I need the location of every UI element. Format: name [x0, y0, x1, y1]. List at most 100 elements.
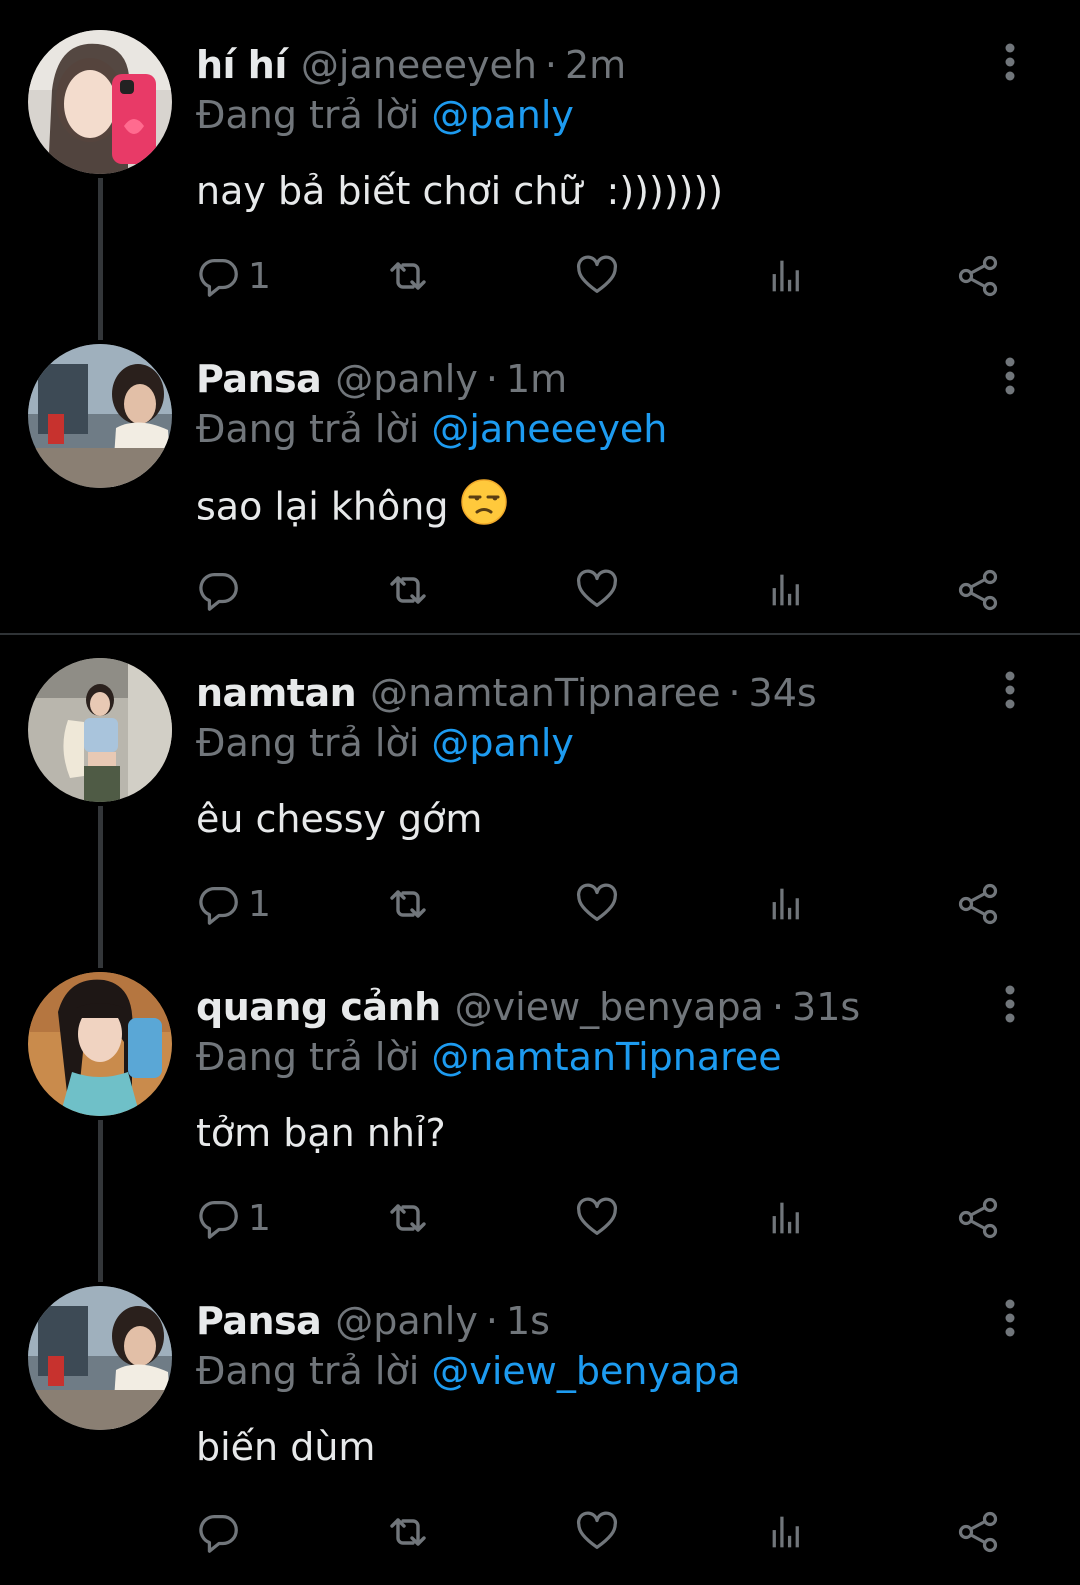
share-button[interactable] — [954, 566, 1002, 614]
share-icon — [954, 1194, 1002, 1242]
replying-to-label: Đang trả lời — [196, 1349, 420, 1393]
views-bar-chart-icon — [764, 253, 810, 299]
tweet-text: sao lại không — [196, 478, 508, 540]
tweet[interactable]: Pansa @panly · 1m Đang trả lời @janeeeyeh s… — [0, 314, 1080, 628]
reply-count: 1 — [248, 883, 271, 925]
separator: · — [485, 1299, 498, 1343]
user-handle[interactable]: @panly — [335, 357, 478, 401]
views-bar-chart-icon — [764, 567, 810, 613]
reply-bubble-icon — [196, 567, 242, 613]
display-name[interactable]: quang cảnh — [196, 985, 441, 1029]
replying-to: Đang trả lời @view_benyapa — [196, 1344, 741, 1398]
timestamp[interactable]: 2m — [565, 43, 626, 87]
like-button[interactable] — [574, 1508, 620, 1556]
reply-bubble-icon — [196, 1195, 242, 1241]
retweet-icon — [384, 1194, 432, 1242]
more-vertical-icon[interactable] — [994, 984, 1026, 1024]
share-button[interactable] — [954, 1194, 1002, 1242]
reply-button[interactable]: 1 — [196, 1194, 271, 1242]
retweet-icon — [384, 566, 432, 614]
views-button[interactable] — [764, 1508, 810, 1556]
views-button[interactable] — [764, 1194, 810, 1242]
display-name[interactable]: namtan — [196, 671, 357, 715]
user-handle[interactable]: @panly — [335, 1299, 478, 1343]
tweet[interactable]: hí hí @janeeeyeh · 2m Đang trả lời @panly n… — [0, 0, 1080, 314]
user-handle[interactable]: @janeeeyeh — [301, 43, 537, 87]
replying-to-label: Đang trả lời — [196, 407, 420, 451]
reply-button[interactable] — [196, 1508, 248, 1556]
heart-icon — [574, 881, 620, 927]
views-button[interactable] — [764, 566, 810, 614]
tweet-actions: 1 — [196, 1194, 1026, 1242]
user-handle[interactable]: @view_benyapa — [455, 985, 764, 1029]
like-button[interactable] — [574, 880, 620, 928]
reply-button[interactable] — [196, 566, 248, 614]
reply-bubble-icon — [196, 881, 242, 927]
retweet-button[interactable] — [384, 566, 432, 614]
mention-link[interactable]: @view_benyapa — [431, 1349, 740, 1393]
replying-to-label: Đang trả lời — [196, 93, 420, 137]
tweet-header: namtan @namtanTipnaree · 34s — [196, 666, 817, 720]
like-button[interactable] — [574, 566, 620, 614]
reply-bubble-icon — [196, 1509, 242, 1555]
timestamp[interactable]: 31s — [792, 985, 860, 1029]
avatar[interactable] — [28, 30, 172, 174]
share-icon — [954, 252, 1002, 300]
display-name[interactable]: hí hí — [196, 43, 287, 87]
share-button[interactable] — [954, 1508, 1002, 1556]
tweet-actions: 1 — [196, 880, 1026, 928]
timestamp[interactable]: 34s — [749, 671, 817, 715]
views-bar-chart-icon — [764, 881, 810, 927]
retweet-button[interactable] — [384, 880, 432, 928]
tweet[interactable]: namtan @namtanTipnaree · 34s Đang trả lời @… — [0, 628, 1080, 942]
tweet-header: hí hí @janeeeyeh · 2m — [196, 38, 626, 92]
mention-link[interactable]: @janeeeyeh — [431, 407, 667, 451]
replying-to: Đang trả lời @panly — [196, 88, 574, 142]
tweet[interactable]: Pansa @panly · 1s Đang trả lời @view_benyap… — [0, 1256, 1080, 1570]
views-button[interactable] — [764, 880, 810, 928]
avatar[interactable] — [28, 344, 172, 488]
heart-icon — [574, 567, 620, 613]
replying-to: Đang trả lời @janeeeyeh — [196, 402, 667, 456]
more-vertical-icon[interactable] — [994, 1298, 1026, 1338]
avatar[interactable] — [28, 972, 172, 1116]
unamused-face-emoji — [460, 478, 508, 540]
timestamp[interactable]: 1s — [506, 1299, 550, 1343]
reply-button[interactable]: 1 — [196, 252, 271, 300]
tweet[interactable]: quang cảnh @view_benyapa · 31s Đang trả lời… — [0, 942, 1080, 1256]
reply-button[interactable]: 1 — [196, 880, 271, 928]
avatar[interactable] — [28, 1286, 172, 1430]
mention-link[interactable]: @panly — [431, 721, 574, 765]
retweet-icon — [384, 1508, 432, 1556]
share-button[interactable] — [954, 880, 1002, 928]
replying-to: Đang trả lời @panly — [196, 716, 574, 770]
more-vertical-icon[interactable] — [994, 42, 1026, 82]
share-icon — [954, 566, 1002, 614]
heart-icon — [574, 1509, 620, 1555]
mention-link[interactable]: @namtanTipnaree — [431, 1035, 781, 1079]
like-button[interactable] — [574, 1194, 620, 1242]
retweet-button[interactable] — [384, 1508, 432, 1556]
share-button[interactable] — [954, 252, 1002, 300]
share-icon — [954, 880, 1002, 928]
reply-count: 1 — [248, 1197, 271, 1239]
mention-link[interactable]: @panly — [431, 93, 574, 137]
timestamp[interactable]: 1m — [506, 357, 567, 401]
retweet-button[interactable] — [384, 1194, 432, 1242]
retweet-button[interactable] — [384, 252, 432, 300]
avatar[interactable] — [28, 658, 172, 802]
user-handle[interactable]: @namtanTipnaree — [370, 671, 720, 715]
like-button[interactable] — [574, 252, 620, 300]
share-icon — [954, 1508, 1002, 1556]
views-button[interactable] — [764, 252, 810, 300]
views-bar-chart-icon — [764, 1509, 810, 1555]
retweet-icon — [384, 252, 432, 300]
display-name[interactable]: Pansa — [196, 1299, 322, 1343]
tweet-text: tởm bạn nhỉ? — [196, 1111, 446, 1155]
tweet-text-content: sao lại không — [196, 484, 449, 529]
display-name[interactable]: Pansa — [196, 357, 322, 401]
tweet-text: êu chessy gớm — [196, 797, 483, 841]
more-vertical-icon[interactable] — [994, 356, 1026, 396]
more-vertical-icon[interactable] — [994, 670, 1026, 710]
reply-bubble-icon — [196, 253, 242, 299]
